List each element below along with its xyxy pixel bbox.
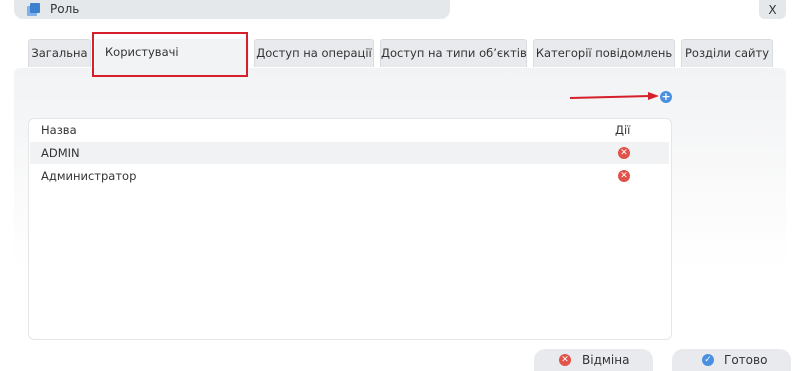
- window-title-bar: Роль: [14, 0, 450, 19]
- check-icon: ✓: [702, 354, 714, 366]
- table-row[interactable]: Администратор ✕: [30, 165, 669, 187]
- add-user-button[interactable]: +: [660, 91, 672, 103]
- row-name: ADMIN: [41, 146, 80, 160]
- window-title: Роль: [50, 2, 80, 16]
- done-button-label: Готово: [724, 353, 768, 367]
- tab-operations-access[interactable]: Доступ на операції: [254, 39, 374, 67]
- cancel-button[interactable]: ✕ Відміна: [534, 349, 653, 371]
- tab-highlight-annotation: [92, 32, 248, 77]
- row-name: Администратор: [41, 169, 137, 183]
- close-button[interactable]: X: [759, 0, 786, 19]
- grid-header: Назва Дії: [29, 119, 671, 141]
- done-button[interactable]: ✓ Готово: [672, 349, 791, 371]
- tab-site-sections[interactable]: Розділи сайту: [681, 39, 773, 67]
- arrow-annotation: [570, 92, 659, 100]
- tab-message-categories[interactable]: Категорії повідомлень: [533, 39, 675, 67]
- column-header-actions: Дії: [615, 123, 631, 137]
- tab-general[interactable]: Загальна: [28, 39, 91, 67]
- add-circle-icon: +: [661, 90, 671, 103]
- tab-object-types-access[interactable]: Доступ на типи об’єктів: [380, 39, 527, 67]
- window-stack-icon: [27, 3, 40, 16]
- cancel-button-label: Відміна: [582, 353, 630, 367]
- delete-icon[interactable]: ✕: [618, 170, 630, 182]
- users-grid: Назва Дії ADMIN ✕ Администратор ✕: [28, 118, 672, 340]
- cancel-icon: ✕: [559, 354, 571, 366]
- delete-icon[interactable]: ✕: [618, 147, 630, 159]
- column-header-name[interactable]: Назва: [41, 123, 77, 137]
- table-row[interactable]: ADMIN ✕: [30, 142, 669, 164]
